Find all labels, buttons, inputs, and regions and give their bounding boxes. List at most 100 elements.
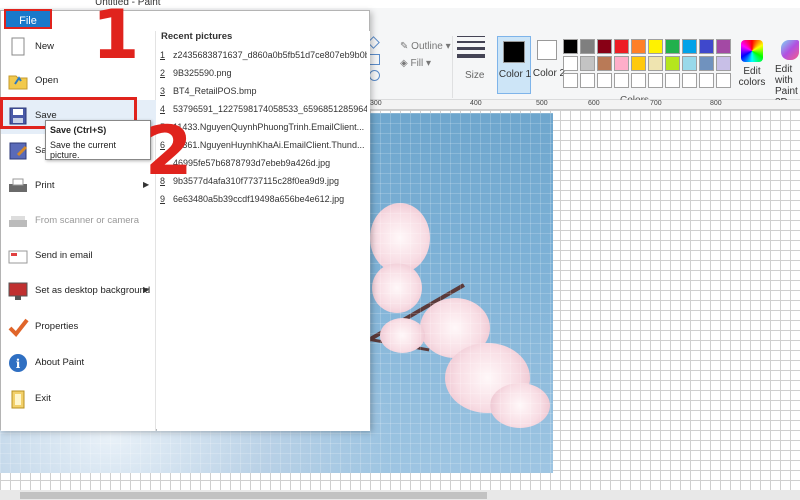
callout-shape-icon[interactable] xyxy=(369,70,380,81)
size-button[interactable] xyxy=(457,36,491,96)
color1-swatch xyxy=(503,41,525,63)
palette-color-swatch[interactable] xyxy=(699,39,714,54)
palette-color-swatch[interactable] xyxy=(716,39,731,54)
fill-dropdown[interactable]: ◈ Fill ▾ xyxy=(400,58,431,69)
ruler-tick: 800 xyxy=(710,100,722,107)
palette-color-swatch[interactable] xyxy=(580,56,595,71)
recent-file-item[interactable]: 1 z2435683871637_d860a0b5fb51d7ce807eb9b0… xyxy=(157,47,367,65)
palette-color-swatch[interactable] xyxy=(682,73,697,88)
shapes-gallery[interactable] xyxy=(367,36,393,98)
menu-item-label: Set as desktop background xyxy=(35,285,151,296)
outline-label: Outline xyxy=(411,41,443,52)
menu-item-label: From scanner or camera xyxy=(35,215,140,226)
scrollbar-thumb[interactable] xyxy=(20,492,487,499)
color2-swatch xyxy=(537,40,557,60)
recent-file-item[interactable]: 9 6e63480a5b39ccdf19498a656be4e612.jpg xyxy=(157,191,367,209)
recent-pictures-title: Recent pictures xyxy=(161,31,233,42)
fill-label: Fill xyxy=(410,58,424,69)
palette-color-swatch[interactable] xyxy=(563,73,578,88)
palette-color-swatch[interactable] xyxy=(563,56,578,71)
horizontal-scrollbar[interactable] xyxy=(0,490,800,500)
palette-color-swatch[interactable] xyxy=(699,73,714,88)
menu-item-label: Exit xyxy=(35,393,51,404)
recent-file-name: 11433.NguyenQuynhPhuongTrinh.EmailClient… xyxy=(173,122,365,132)
palette-color-swatch[interactable] xyxy=(665,73,680,88)
file-menu: New Open Save Save as Print ▶ From scann… xyxy=(0,10,370,431)
palette-color-swatch[interactable] xyxy=(682,39,697,54)
recent-file-item[interactable]: 3 BT4_RetailPOS.bmp xyxy=(157,83,367,101)
tooltip-description: Save the current picture. xyxy=(50,140,117,160)
palette-color-swatch[interactable] xyxy=(716,73,731,88)
edit-colors-label: Edit colors xyxy=(738,66,766,88)
menu-item-label: Send in email xyxy=(35,250,93,261)
menu-item-print[interactable]: Print ▶ xyxy=(1,170,156,204)
scanner-icon xyxy=(7,210,29,232)
recent-file-name: BT4_RetailPOS.bmp xyxy=(173,86,257,96)
palette-color-swatch[interactable] xyxy=(631,39,646,54)
menu-item-desktop-background[interactable]: Set as desktop background ▶ xyxy=(1,275,156,309)
palette-color-swatch[interactable] xyxy=(631,56,646,71)
menu-item-scanner: From scanner or camera xyxy=(1,205,156,239)
size-lines-icon xyxy=(457,36,491,58)
palette-color-swatch[interactable] xyxy=(665,56,680,71)
palette-color-swatch[interactable] xyxy=(597,56,612,71)
recent-file-number: 9 xyxy=(160,194,166,204)
step-2-annotation: 2 xyxy=(145,112,193,191)
palette-color-swatch[interactable] xyxy=(614,73,629,88)
palette-color-swatch[interactable] xyxy=(699,56,714,71)
palette-color-swatch[interactable] xyxy=(648,73,663,88)
recent-file-name: 11361.NguyenHuynhKhaAi.EmailClient.Thund… xyxy=(173,140,365,150)
color1-button[interactable]: Color 1 xyxy=(497,36,531,94)
svg-text:i: i xyxy=(16,357,21,371)
printer-icon xyxy=(7,175,29,197)
ruler-tick: 400 xyxy=(470,100,482,107)
menu-item-label: New xyxy=(35,41,55,52)
palette-color-swatch[interactable] xyxy=(648,56,663,71)
exit-icon xyxy=(7,388,29,410)
palette-color-swatch[interactable] xyxy=(682,56,697,71)
menu-item-about[interactable]: i About Paint xyxy=(1,347,156,381)
menu-item-label: Properties xyxy=(35,321,79,332)
palette-color-swatch[interactable] xyxy=(597,39,612,54)
color2-button[interactable]: Color 2 xyxy=(532,36,565,94)
recent-file-name: 53796591_1227598174058533_65968512859646… xyxy=(173,104,367,114)
horizontal-ruler: 300 400 500 600 700 800 xyxy=(370,100,800,110)
ribbon-divider xyxy=(452,36,453,98)
save-as-icon xyxy=(7,140,29,162)
palette-color-swatch[interactable] xyxy=(580,39,595,54)
color2-label: Color 2 xyxy=(532,68,566,79)
palette-color-swatch[interactable] xyxy=(716,56,731,71)
menu-item-properties[interactable]: Properties xyxy=(1,311,156,345)
info-icon: i xyxy=(7,352,29,374)
arrow-shape-icon[interactable] xyxy=(369,54,380,65)
menu-item-label: Print xyxy=(35,180,55,191)
step-1-annotation: 1 xyxy=(92,0,140,75)
edit-colors-button[interactable]: Edit colors xyxy=(737,40,767,88)
recent-pictures-panel: Recent pictures 1 z2435683871637_d860a0b5… xyxy=(157,31,370,431)
file-tab[interactable]: File xyxy=(4,9,52,29)
recent-file-item[interactable]: 2 9B325590.png xyxy=(157,65,367,83)
recent-file-number: 1 xyxy=(160,50,166,60)
edit-with-paint3d-button[interactable]: Edit with Paint 3D xyxy=(775,40,800,108)
palette-color-swatch[interactable] xyxy=(614,56,629,71)
palette-color-swatch[interactable] xyxy=(665,39,680,54)
desktop-icon xyxy=(7,280,29,302)
menu-item-exit[interactable]: Exit xyxy=(1,383,156,417)
palette-color-swatch[interactable] xyxy=(580,73,595,88)
palette-color-swatch[interactable] xyxy=(563,39,578,54)
recent-file-name: 46995fe57b6878793d7ebeb9a426d.jpg xyxy=(173,158,331,168)
color1-label: Color 1 xyxy=(498,69,532,80)
palette-color-swatch[interactable] xyxy=(597,73,612,88)
ruler-tick: 500 xyxy=(536,100,548,107)
palette-color-swatch[interactable] xyxy=(631,73,646,88)
paint3d-icon xyxy=(781,40,799,60)
palette-color-swatch[interactable] xyxy=(614,39,629,54)
ruler-tick: 600 xyxy=(588,100,600,107)
checkmark-icon xyxy=(7,316,29,338)
recent-file-name: 9b3577d4afa310f7737115c28f0ea9d9.jpg xyxy=(173,176,339,186)
recent-file-name: z2435683871637_d860a0b5fb51d7ce807eb9b0b… xyxy=(173,50,367,60)
palette-color-swatch[interactable] xyxy=(648,39,663,54)
menu-item-send-email[interactable]: Send in email xyxy=(1,240,156,274)
outline-dropdown[interactable]: ✎ Outline ▾ xyxy=(400,41,451,52)
save-tooltip: Save (Ctrl+S) Save the current picture. xyxy=(45,120,151,160)
